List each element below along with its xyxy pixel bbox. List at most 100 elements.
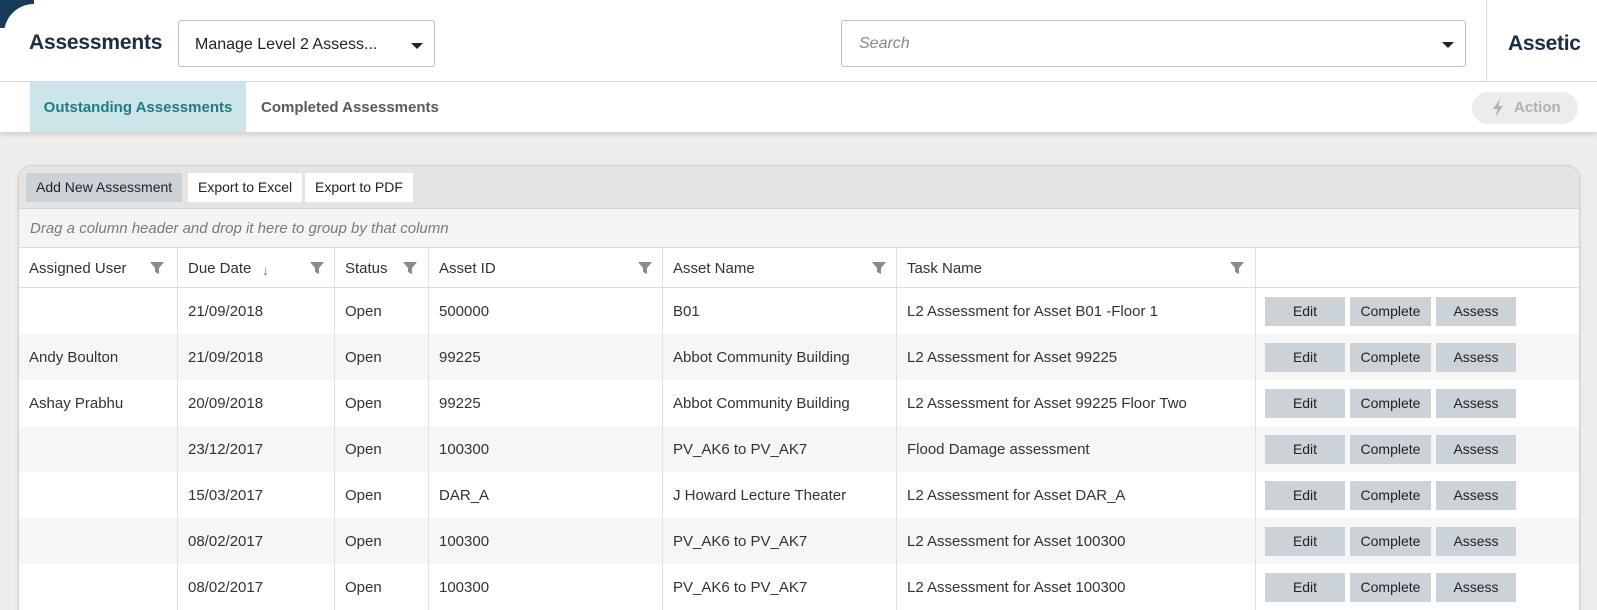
column-header-task-name[interactable]: Task Name bbox=[897, 248, 1256, 288]
column-header-status[interactable]: Status bbox=[335, 248, 429, 288]
chevron-down-icon bbox=[411, 43, 423, 49]
filter-icon[interactable] bbox=[309, 260, 325, 276]
chevron-down-icon[interactable] bbox=[1442, 42, 1454, 48]
assess-button[interactable]: Assess bbox=[1436, 481, 1516, 510]
table-row[interactable]: Andy Boulton 21/09/2018 Open 99225 Abbot Com… bbox=[19, 334, 1579, 380]
cell-asset-id: 99225 bbox=[429, 334, 663, 380]
edit-button[interactable]: Edit bbox=[1265, 435, 1345, 464]
cell-due-date: 15/03/2017 bbox=[178, 472, 335, 518]
cell-status: Open bbox=[335, 380, 429, 426]
assess-button[interactable]: Assess bbox=[1436, 389, 1516, 418]
filter-icon[interactable] bbox=[637, 260, 653, 276]
level-select-value: Manage Level 2 Assess... bbox=[195, 36, 378, 53]
table-row[interactable]: 08/02/2017 Open 100300 PV_AK6 to PV_AK7 L2 A… bbox=[19, 564, 1579, 610]
assess-button[interactable]: Assess bbox=[1436, 527, 1516, 556]
cell-task-name: L2 Assessment for Asset 99225 bbox=[897, 334, 1256, 380]
lightning-icon bbox=[1493, 99, 1503, 117]
edit-button[interactable]: Edit bbox=[1265, 573, 1345, 602]
cell-due-date: 08/02/2017 bbox=[178, 564, 335, 610]
complete-button[interactable]: Complete bbox=[1350, 481, 1431, 510]
table-row[interactable]: 15/03/2017 Open DAR_A J Howard Lecture Thea… bbox=[19, 472, 1579, 518]
cell-assigned-user bbox=[19, 288, 178, 334]
group-drop-area[interactable]: Drag a column header and drop it here to… bbox=[19, 209, 1579, 248]
cell-assigned-user: Ashay Prabhu bbox=[19, 380, 178, 426]
action-button-label: Action bbox=[1514, 99, 1561, 116]
cell-asset-id: 500000 bbox=[429, 288, 663, 334]
cell-asset-name: B01 bbox=[663, 288, 897, 334]
cell-status: Open bbox=[335, 472, 429, 518]
edit-button[interactable]: Edit bbox=[1265, 527, 1345, 556]
cell-task-name: L2 Assessment for Asset 99225 Floor Two bbox=[897, 380, 1256, 426]
cell-status: Open bbox=[335, 288, 429, 334]
action-button[interactable]: Action bbox=[1472, 92, 1578, 124]
complete-button[interactable]: Complete bbox=[1350, 573, 1431, 602]
assess-button[interactable]: Assess bbox=[1436, 297, 1516, 326]
group-drop-hint: Drag a column header and drop it here to… bbox=[30, 220, 449, 237]
export-pdf-button[interactable]: Export to PDF bbox=[305, 173, 413, 202]
export-excel-button[interactable]: Export to Excel bbox=[188, 173, 303, 202]
column-header-asset-id[interactable]: Asset ID bbox=[429, 248, 663, 288]
grid-toolbar: Add New Assessment Export to Excel Expor… bbox=[19, 166, 1579, 209]
cell-status: Open bbox=[335, 518, 429, 564]
table-row[interactable]: 08/02/2017 Open 100300 PV_AK6 to PV_AK7 L2 A… bbox=[19, 518, 1579, 564]
filter-icon[interactable] bbox=[871, 260, 887, 276]
cell-task-name: Flood Damage assessment bbox=[897, 426, 1256, 472]
brand-logo: Assetic bbox=[1508, 32, 1581, 55]
filter-icon[interactable] bbox=[402, 260, 418, 276]
cell-task-name: L2 Assessment for Asset DAR_A bbox=[897, 472, 1256, 518]
edit-button[interactable]: Edit bbox=[1265, 297, 1345, 326]
edit-button[interactable]: Edit bbox=[1265, 343, 1345, 372]
filter-icon[interactable] bbox=[149, 260, 165, 276]
table-row[interactable]: 23/12/2017 Open 100300 PV_AK6 to PV_AK7 Floo… bbox=[19, 426, 1579, 472]
corner-decoration bbox=[0, 0, 34, 28]
cell-assigned-user bbox=[19, 472, 178, 518]
cell-asset-name: PV_AK6 to PV_AK7 bbox=[663, 564, 897, 610]
column-header-due-date[interactable]: Due Date ↓ bbox=[178, 248, 335, 288]
sort-descending-icon: ↓ bbox=[262, 262, 269, 278]
cell-asset-id: DAR_A bbox=[429, 472, 663, 518]
cell-assigned-user bbox=[19, 518, 178, 564]
tab-outstanding-assessments[interactable]: Outstanding Assessments bbox=[30, 82, 246, 132]
search-box[interactable] bbox=[841, 20, 1466, 67]
cell-status: Open bbox=[335, 334, 429, 380]
add-new-assessment-button[interactable]: Add New Assessment bbox=[26, 173, 183, 202]
grid-header: Assigned User Due Date ↓ Status Asset ID… bbox=[19, 248, 1579, 288]
cell-due-date: 21/09/2018 bbox=[178, 334, 335, 380]
column-header-asset-name[interactable]: Asset Name bbox=[663, 248, 897, 288]
cell-asset-name: PV_AK6 to PV_AK7 bbox=[663, 518, 897, 564]
level-select-dropdown[interactable]: Manage Level 2 Assess... bbox=[178, 20, 435, 67]
table-row[interactable]: Ashay Prabhu 20/09/2018 Open 99225 Abbot Com… bbox=[19, 380, 1579, 426]
assess-button[interactable]: Assess bbox=[1436, 573, 1516, 602]
tab-completed-assessments[interactable]: Completed Assessments bbox=[261, 82, 439, 132]
cell-task-name: L2 Assessment for Asset 100300 bbox=[897, 564, 1256, 610]
complete-button[interactable]: Complete bbox=[1350, 297, 1431, 326]
table-row[interactable]: 21/09/2018 Open 500000 B01 L2 Assessment for… bbox=[19, 288, 1579, 334]
tab-bar: Outstanding Assessments Completed Assess… bbox=[0, 82, 1597, 132]
cell-asset-id: 100300 bbox=[429, 426, 663, 472]
cell-status: Open bbox=[335, 564, 429, 610]
divider bbox=[1486, 0, 1487, 82]
search-input[interactable] bbox=[843, 22, 1423, 65]
complete-button[interactable]: Complete bbox=[1350, 389, 1431, 418]
cell-assigned-user bbox=[19, 426, 178, 472]
cell-due-date: 20/09/2018 bbox=[178, 380, 335, 426]
cell-asset-name: Abbot Community Building bbox=[663, 334, 897, 380]
cell-asset-name: Abbot Community Building bbox=[663, 380, 897, 426]
cell-assigned-user bbox=[19, 564, 178, 610]
column-header-assigned-user[interactable]: Assigned User bbox=[19, 248, 178, 288]
complete-button[interactable]: Complete bbox=[1350, 343, 1431, 372]
assess-button[interactable]: Assess bbox=[1436, 435, 1516, 464]
edit-button[interactable]: Edit bbox=[1265, 481, 1345, 510]
cell-asset-id: 100300 bbox=[429, 518, 663, 564]
assess-button[interactable]: Assess bbox=[1436, 343, 1516, 372]
complete-button[interactable]: Complete bbox=[1350, 527, 1431, 556]
edit-button[interactable]: Edit bbox=[1265, 389, 1345, 418]
cell-asset-name: PV_AK6 to PV_AK7 bbox=[663, 426, 897, 472]
assessments-grid: Add New Assessment Export to Excel Expor… bbox=[18, 165, 1580, 610]
cell-asset-id: 100300 bbox=[429, 564, 663, 610]
complete-button[interactable]: Complete bbox=[1350, 435, 1431, 464]
cell-status: Open bbox=[335, 426, 429, 472]
cell-task-name: L2 Assessment for Asset B01 -Floor 1 bbox=[897, 288, 1256, 334]
top-bar: Assessments Manage Level 2 Assess... Ass… bbox=[0, 0, 1597, 82]
filter-icon[interactable] bbox=[1229, 260, 1245, 276]
